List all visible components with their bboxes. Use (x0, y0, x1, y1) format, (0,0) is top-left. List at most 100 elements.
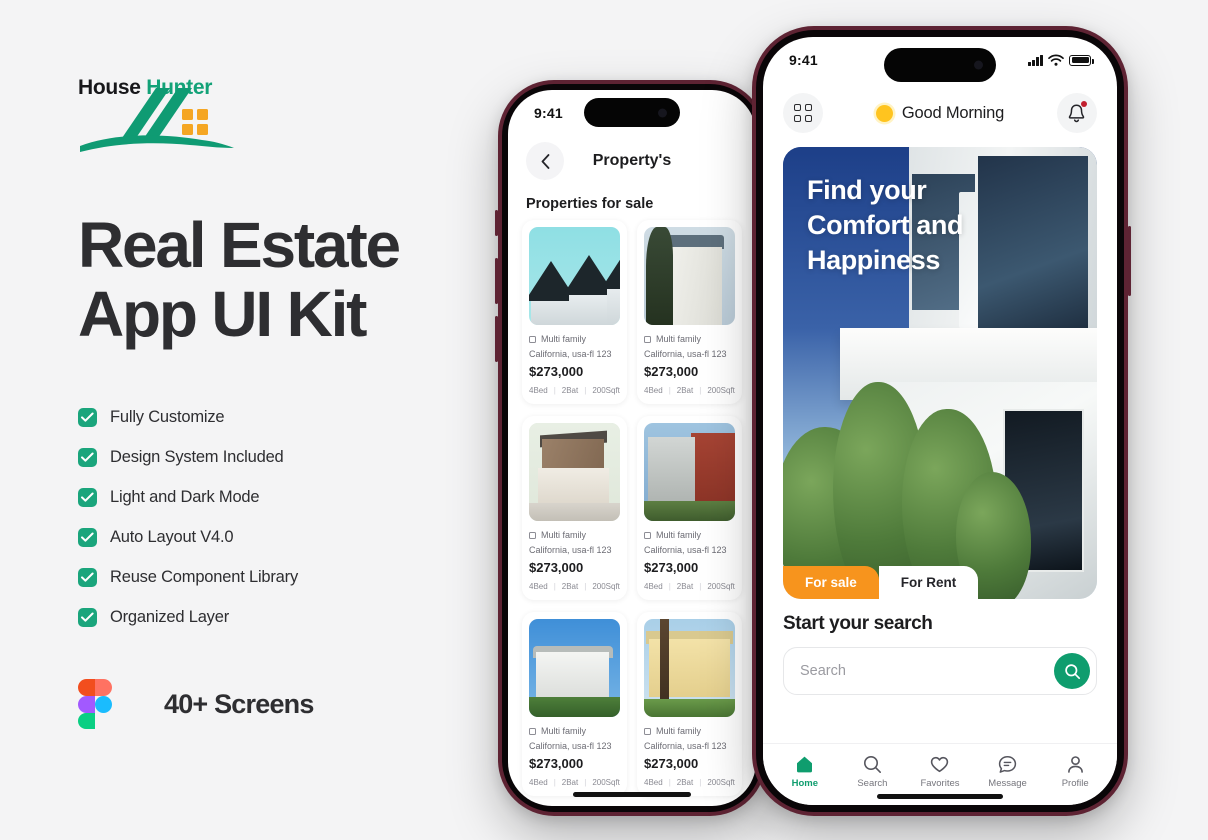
property-meta: 4Bed | 2Bat | 200Sqft (644, 778, 735, 787)
feature-item: Auto Layout V4.0 (78, 517, 508, 557)
property-type: Multi family (656, 726, 702, 736)
screens-count-label: 40+ Screens (164, 688, 314, 719)
tab-for-sale[interactable]: For sale (783, 566, 879, 599)
property-type-row: Multi family (644, 726, 735, 736)
meta-separator: | (553, 582, 556, 591)
power-button[interactable] (1128, 226, 1131, 296)
dynamic-island (884, 48, 996, 82)
property-area: 200Sqft (707, 386, 735, 395)
phone-mockup-properties: 9:41 Property's Properties for sale Mult… (495, 80, 766, 816)
search-input[interactable]: Search (800, 663, 1054, 679)
feature-label: Reuse Component Library (110, 567, 299, 586)
meta-separator: | (584, 582, 587, 591)
nav-item-search[interactable]: Search (843, 754, 901, 789)
property-meta: 4Bed | 2Bat | 200Sqft (644, 386, 735, 395)
property-meta: 4Bed | 2Bat | 200Sqft (644, 582, 735, 591)
feature-item: Reuse Component Library (78, 557, 508, 597)
check-icon (78, 567, 97, 587)
property-type: Multi family (541, 334, 587, 344)
property-type-icon (529, 335, 536, 343)
greeting-block: Good Morning (875, 104, 1004, 123)
property-type-icon (644, 335, 651, 343)
wifi-icon (1048, 54, 1064, 66)
property-beds: 4Bed (529, 582, 548, 591)
tab-for-rent[interactable]: For Rent (878, 566, 979, 599)
feature-item: Light and Dark Mode (78, 477, 508, 517)
home-icon (797, 756, 813, 773)
message-icon (998, 756, 1017, 773)
volume-up-button[interactable] (495, 258, 498, 304)
property-type-row: Multi family (529, 334, 620, 344)
property-area: 200Sqft (592, 778, 620, 787)
headline-line-2: App UI Kit (78, 278, 367, 351)
figma-icon (78, 679, 112, 730)
notification-button[interactable] (1056, 93, 1097, 133)
gable-houses-photo (529, 227, 620, 325)
home-indicator[interactable] (877, 794, 1003, 799)
search-bar[interactable]: Search (783, 647, 1097, 695)
home-indicator[interactable] (573, 792, 691, 797)
meta-separator: | (699, 778, 702, 787)
property-photo (644, 423, 735, 521)
app-header: Good Morning (763, 83, 1117, 147)
phone-screen: 9:41 Property's Properties for sale Mult… (508, 90, 756, 806)
property-type-icon (529, 727, 536, 735)
headline-line-1: Real Estate (78, 209, 401, 281)
property-address: California, usa-fl 123 (644, 741, 727, 751)
volume-down-button[interactable] (495, 316, 498, 362)
status-indicators (1028, 54, 1094, 66)
promo-panel: House Hunter Real Estate App UI Kit Full… (78, 70, 508, 730)
nav-label: Message (988, 778, 1027, 789)
property-type: Multi family (541, 726, 587, 736)
property-baths: 2Bat (676, 386, 694, 395)
screen-header: Property's (508, 136, 756, 184)
meta-separator: | (699, 582, 702, 591)
property-type-row: Multi family (644, 334, 735, 344)
property-card[interactable]: Multi family California, usa-fl 123 $273… (637, 220, 742, 404)
search-heading: Start your search (783, 613, 933, 634)
property-type-icon (644, 531, 651, 539)
property-price: $273,000 (529, 364, 584, 379)
hero-banner[interactable]: Find your Comfort and Happiness For sale… (783, 147, 1097, 599)
brand-logo: House Hunter (78, 76, 238, 171)
hero-title-line-3: Happiness (807, 245, 940, 276)
status-time: 9:41 (789, 52, 818, 68)
nav-item-favorites[interactable]: Favorites (911, 754, 969, 789)
property-card[interactable]: Multi family California, usa-fl 123 $273… (637, 416, 742, 600)
heart-icon (931, 756, 949, 773)
feature-label: Organized Layer (110, 607, 229, 626)
property-address: California, usa-fl 123 (644, 545, 727, 555)
property-card[interactable]: Multi family California, usa-fl 123 $273… (522, 612, 627, 796)
red-apartment-photo (644, 423, 735, 521)
back-button[interactable] (526, 142, 564, 180)
feature-item: Fully Customize (78, 397, 508, 437)
silent-switch[interactable] (495, 210, 498, 236)
nav-label: Favorites (920, 778, 960, 789)
property-price: $273,000 (644, 560, 699, 575)
search-submit-button[interactable] (1054, 653, 1090, 689)
screens-badge: 40+ Screens (78, 679, 508, 730)
modern-two-storey-photo (529, 423, 620, 521)
property-type-icon (529, 531, 536, 539)
chevron-left-icon (541, 153, 549, 169)
property-area: 200Sqft (707, 778, 735, 787)
nav-item-message[interactable]: Message (979, 754, 1037, 789)
hero-title-line-2: Comfort and (807, 210, 964, 241)
front-camera-icon (658, 108, 667, 117)
property-address: California, usa-fl 123 (529, 349, 612, 359)
hero-window-right (977, 156, 1088, 337)
property-card[interactable]: Multi family California, usa-fl 123 $273… (637, 612, 742, 796)
nav-item-profile[interactable]: Profile (1046, 754, 1104, 789)
check-icon (78, 607, 97, 627)
notification-badge-dot (1080, 101, 1087, 107)
person-icon (1067, 756, 1083, 773)
property-price: $273,000 (529, 560, 584, 575)
property-address: California, usa-fl 123 (529, 545, 612, 555)
grid-menu-button[interactable] (783, 93, 823, 133)
property-type-row: Multi family (529, 726, 620, 736)
nav-item-home[interactable]: Home (776, 754, 834, 789)
property-card[interactable]: Multi family California, usa-fl 123 $273… (522, 416, 627, 600)
phone-mockup-home: 9:41 Good Morning Find your Comfort and … (752, 26, 1131, 816)
nav-label: Search (857, 778, 888, 789)
property-card[interactable]: Multi family California, usa-fl 123 $273… (522, 220, 627, 404)
